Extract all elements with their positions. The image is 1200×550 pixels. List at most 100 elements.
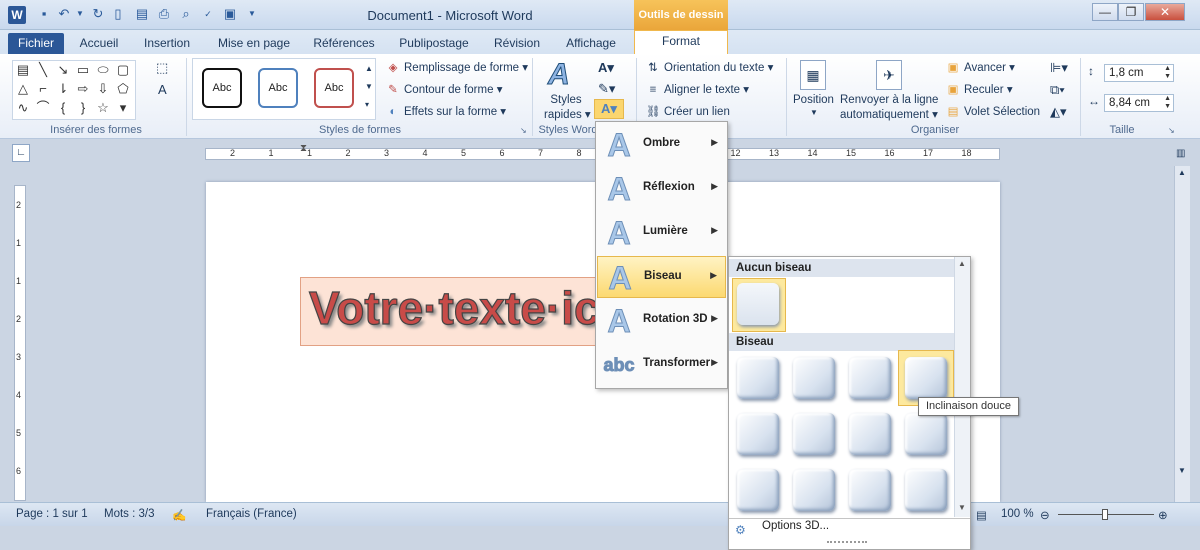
position-icon[interactable]: ▦	[800, 60, 826, 90]
restore-button[interactable]: ❐	[1118, 3, 1144, 21]
tab-references[interactable]: Références	[306, 33, 382, 54]
tab-view[interactable]: Affichage	[556, 33, 626, 54]
indent-marker-icon[interactable]: ⧗	[300, 143, 307, 154]
tab-layout[interactable]: Mise en page	[210, 33, 298, 54]
bevel-option[interactable]	[733, 409, 783, 459]
tab-selector-icon[interactable]: ∟	[12, 144, 30, 162]
triangle-shape-icon[interactable]: △	[15, 81, 31, 97]
tab-format[interactable]: Format	[634, 30, 728, 54]
shape-fill-button[interactable]: ◈ Remplissage de forme ▾	[386, 60, 528, 74]
elbow-connector-icon[interactable]: ⌐	[35, 81, 51, 97]
arrow-line-shape-icon[interactable]: ↘	[55, 62, 71, 78]
tab-file[interactable]: Fichier	[8, 33, 64, 54]
bevel-option[interactable]	[845, 409, 895, 459]
quick-styles-icon[interactable]: A	[548, 58, 571, 92]
shapes-gallery[interactable]: ▤ ╲ ↘ ▭ ⬭ ▢ △ ⌐ ⇂ ⇨ ⇩ ⬠ ∿ ⌒ { } ☆ ▾	[12, 60, 136, 120]
bevel-option[interactable]	[845, 465, 895, 515]
send-backward-button[interactable]: ▣ Reculer ▾	[946, 82, 1013, 96]
gallery-scrollbar[interactable]: ▲ ▼	[954, 257, 970, 517]
bevel-option[interactable]	[733, 353, 783, 403]
menu-item-3d-rotation[interactable]: A Rotation 3D ▶	[597, 300, 726, 342]
wrap-text-label-1[interactable]: Renvoyer à la ligne	[840, 94, 938, 106]
text-effects-button[interactable]: A▾	[594, 99, 624, 119]
bevel-option[interactable]	[845, 353, 895, 403]
align-text-button[interactable]: ≡ Aligner le texte ▾	[646, 82, 749, 96]
brace-shape-icon[interactable]: {	[55, 100, 71, 116]
language-indicator[interactable]: Français (France)	[206, 508, 297, 520]
tab-insert[interactable]: Insertion	[134, 33, 200, 54]
textbox-shape-icon[interactable]: ▤	[15, 62, 31, 78]
create-link-button[interactable]: ⛓ Créer un lien	[646, 104, 730, 118]
shape-outline-button[interactable]: ✎ Contour de forme ▾	[386, 82, 502, 96]
spinner-icon[interactable]: ▲ ▼	[1164, 65, 1171, 81]
bevel-option[interactable]	[789, 465, 839, 515]
scroll-down-icon[interactable]: ▼	[1178, 466, 1186, 475]
height-input[interactable]: 1,8 cm ▲ ▼	[1104, 64, 1174, 82]
vertical-ruler[interactable]: 2 1 1 2 3 4 5 6	[14, 185, 26, 501]
wrap-text-button[interactable]: automatiquement ▾	[840, 107, 938, 121]
tab-home[interactable]: Accueil	[72, 33, 126, 54]
view-draft-icon[interactable]: ▤	[976, 508, 987, 522]
selection-pane-button[interactable]: ▤ Volet Sélection	[946, 104, 1041, 118]
proofing-icon[interactable]: ✍	[172, 508, 186, 522]
pentagon-shape-icon[interactable]: ⬠	[115, 81, 131, 97]
menu-item-glow[interactable]: A Lumière ▶	[597, 212, 726, 254]
shape-effects-button[interactable]: ◐ Effets sur la forme ▾	[386, 104, 507, 118]
vertical-scrollbar[interactable]: ▲ ▼	[1174, 166, 1190, 502]
draw-textbox-icon[interactable]: A	[158, 82, 167, 97]
bevel-option[interactable]	[789, 409, 839, 459]
brace-right-shape-icon[interactable]: }	[75, 100, 91, 116]
rotate-icon[interactable]: ◭▾	[1050, 104, 1067, 120]
width-input[interactable]: 8,84 cm ▲ ▼	[1104, 94, 1174, 112]
bevel-option[interactable]	[901, 465, 951, 515]
word-count[interactable]: Mots : 3/3	[104, 508, 155, 520]
align-icon[interactable]: ⊫▾	[1050, 60, 1068, 76]
gallery-up-icon[interactable]: ▲	[365, 64, 373, 73]
tab-mailings[interactable]: Publipostage	[390, 33, 478, 54]
quick-styles-button[interactable]: rapides ▾	[544, 107, 591, 121]
freeform-shape-icon[interactable]: ⌒	[35, 100, 51, 116]
position-button[interactable]: Position	[793, 94, 834, 106]
minimize-button[interactable]: —	[1092, 3, 1118, 21]
scroll-up-icon[interactable]: ▲	[1178, 168, 1186, 177]
bevel-option[interactable]	[901, 409, 951, 459]
zoom-slider-thumb[interactable]	[1102, 509, 1108, 520]
edit-shape-icon[interactable]: ⬚	[156, 60, 168, 76]
gallery-down-icon[interactable]: ▼	[365, 82, 373, 91]
dialog-launcher-icon[interactable]: ↘	[1168, 126, 1175, 135]
wrap-text-icon[interactable]: ✈	[876, 60, 902, 90]
page-count[interactable]: Page : 1 sur 1	[16, 508, 88, 520]
oval-shape-icon[interactable]: ⬭	[95, 62, 111, 78]
group-icon[interactable]: ⧉▾	[1050, 82, 1065, 98]
zoom-out-icon[interactable]: ⊖	[1040, 508, 1050, 522]
bring-forward-button[interactable]: ▣ Avancer ▾	[946, 60, 1015, 74]
shape-style-red[interactable]: Abc	[314, 68, 354, 108]
bevel-option-none[interactable]	[732, 278, 786, 332]
down-arrow-shape-icon[interactable]: ⇩	[95, 81, 111, 97]
connector-arrow-icon[interactable]: ⇂	[55, 81, 71, 97]
text-outline-icon[interactable]: ✎▾	[598, 81, 615, 97]
close-button[interactable]: ✕	[1145, 3, 1185, 21]
zoom-in-icon[interactable]: ⊕	[1158, 508, 1168, 522]
tab-review[interactable]: Révision	[486, 33, 548, 54]
options-3d-link[interactable]: Options 3D...	[762, 520, 829, 532]
wordart-textbox[interactable]: Votre·texte·ici	[300, 277, 620, 346]
menu-item-reflection[interactable]: A Réflexion ▶	[597, 168, 726, 210]
more-shapes-icon[interactable]: ▾	[115, 100, 131, 116]
gallery-more-icon[interactable]: ▾	[365, 100, 369, 109]
rounded-rect-shape-icon[interactable]: ▢	[115, 62, 131, 78]
line-shape-icon[interactable]: ╲	[35, 62, 51, 78]
text-direction-button[interactable]: ⇅ Orientation du texte ▾	[646, 60, 773, 74]
menu-item-bevel[interactable]: A Biseau ▶	[597, 256, 726, 298]
curve-shape-icon[interactable]: ∿	[15, 100, 31, 116]
shape-style-black[interactable]: Abc	[202, 68, 242, 108]
bevel-option[interactable]	[789, 353, 839, 403]
rectangle-shape-icon[interactable]: ▭	[75, 62, 91, 78]
right-arrow-shape-icon[interactable]: ⇨	[75, 81, 91, 97]
menu-item-transform[interactable]: abc Transformer ▶	[597, 344, 726, 386]
view-ruler-icon[interactable]: ▥	[1176, 148, 1185, 159]
resize-grip-icon[interactable]	[827, 541, 867, 545]
text-fill-icon[interactable]: A▾	[598, 60, 614, 76]
scroll-down-icon[interactable]: ▼	[958, 503, 966, 512]
shape-style-blue[interactable]: Abc	[258, 68, 298, 108]
